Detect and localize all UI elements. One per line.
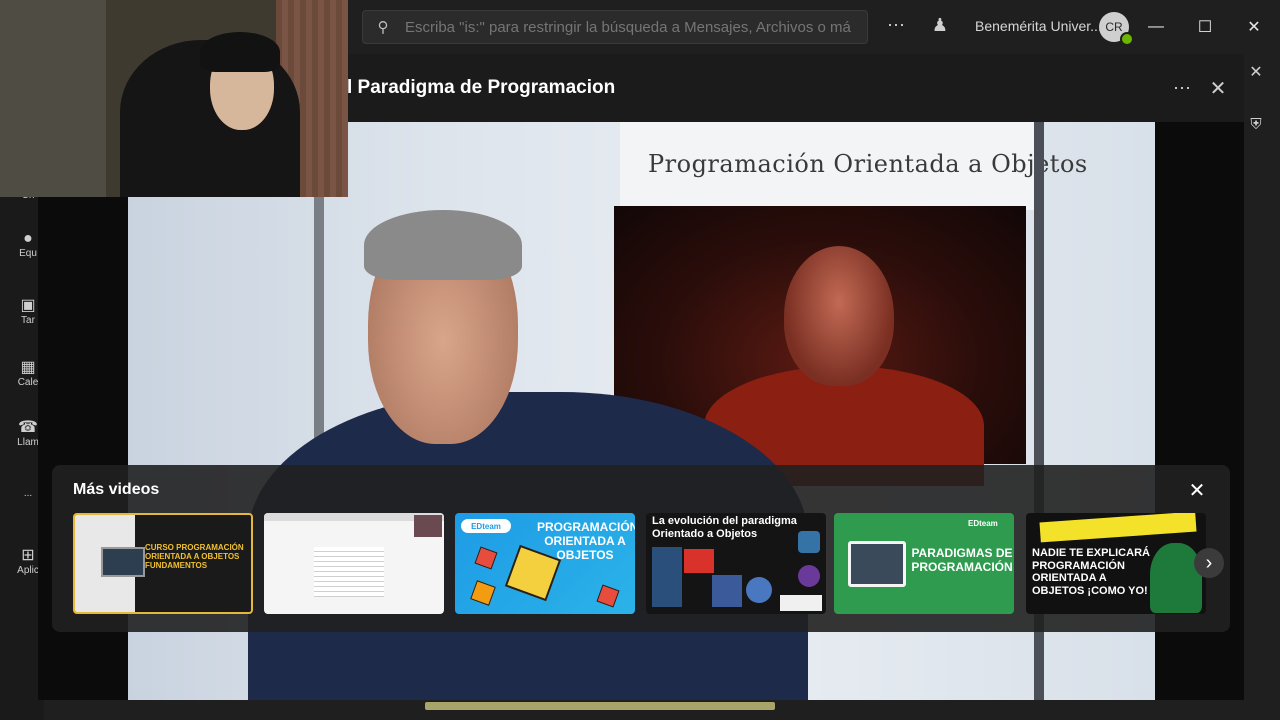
- chevron-right-icon[interactable]: ›: [1194, 548, 1224, 578]
- video-thumbnail-4[interactable]: La evolución del paradigma Orientado a O…: [646, 513, 826, 614]
- search-box[interactable]: ⚲: [362, 10, 868, 44]
- lisp-logo: [684, 549, 714, 573]
- book-icon: [652, 547, 682, 607]
- python-logo: [798, 531, 820, 553]
- edteam-badge: EDteam: [461, 519, 511, 533]
- rail-item-label: Cale: [17, 377, 39, 388]
- video-thumbnail-2[interactable]: [264, 513, 444, 614]
- more-options-icon[interactable]: ⋯: [884, 15, 908, 36]
- thumb-title: La evolución del paradigma Orientado a O…: [652, 515, 797, 540]
- maximize-icon[interactable]: ☐: [1192, 14, 1218, 40]
- thumb-document: [314, 547, 384, 597]
- viewer-more-icon[interactable]: ⋯: [1170, 78, 1194, 99]
- c-logo: [798, 565, 820, 587]
- org-switch-icon[interactable]: ♟: [928, 15, 952, 36]
- monitor-icon: [101, 547, 145, 577]
- thumb-title: NADIE TE EXPLICARÁ PROGRAMACIÓN ORIENTAD…: [1032, 547, 1150, 597]
- video-thumbnail-5[interactable]: EDteam PARADIGMAS DE PROGRAMACIÓN: [834, 513, 1014, 614]
- search-input[interactable]: [403, 18, 867, 36]
- cube-icon: [470, 580, 496, 606]
- simula-logo: [718, 547, 768, 569]
- code-monitor-icon: [848, 541, 906, 587]
- thumb-title: CURSO PROGRAMACIÓN ORIENTADA A OBJETOS F…: [145, 543, 244, 571]
- presenter-hair: [364, 210, 522, 280]
- presence-indicator: [1120, 32, 1134, 46]
- shield-icon[interactable]: ⛨: [1244, 116, 1268, 133]
- whiteboard-text: Programación Orientada a Objetos: [648, 150, 1088, 178]
- video-thumbnail-1[interactable]: CURSO PROGRAMACIÓN ORIENTADA A OBJETOS F…: [73, 513, 253, 614]
- search-icon: ⚲: [377, 19, 389, 36]
- minimize-icon[interactable]: —: [1143, 14, 1169, 40]
- thumb-title: PARADIGMAS DE PROGRAMACIÓN: [911, 546, 1013, 574]
- webcam-background: [0, 0, 106, 197]
- edteam-badge: EDteam: [968, 519, 998, 528]
- rail-item-label: Equ: [19, 248, 37, 259]
- close-pane-icon[interactable]: ✕: [1244, 62, 1268, 82]
- webcam-hair: [200, 32, 280, 72]
- thumb-figure: [1150, 543, 1202, 613]
- more-videos-title: Más videos: [73, 481, 160, 498]
- rail-item-label: Aplic: [17, 565, 39, 576]
- thumb-webcam: [414, 515, 442, 537]
- webcam-overlay[interactable]: [0, 0, 348, 197]
- right-pane: [1244, 54, 1280, 720]
- viewer-close-icon[interactable]: ✕: [1205, 76, 1231, 101]
- thumb-banner: [1039, 513, 1197, 543]
- organization-name[interactable]: Benemérita Univer...: [975, 18, 1102, 34]
- ruby-logo: [780, 595, 822, 611]
- rail-item-label: Tar: [21, 315, 35, 326]
- video-thumbnail-3[interactable]: EDteam PROGRAMACIÓN ORIENTADA A OBJETOS: [455, 513, 635, 614]
- close-icon[interactable]: ✕: [1184, 477, 1210, 503]
- video-progress[interactable]: [425, 702, 775, 710]
- more-videos-panel: Más videos ✕ CURSO PROGRAMACIÓN ORIENTAD…: [52, 465, 1230, 632]
- video-thumbnail-6[interactable]: NADIE TE EXPLICARÁ PROGRAMACIÓN ORIENTAD…: [1026, 513, 1206, 614]
- book-icon: [712, 575, 742, 607]
- cube-icon: [596, 584, 620, 608]
- video-title: l Paradigma de Programacion: [347, 77, 616, 98]
- rail-item-label: Llam: [17, 437, 39, 448]
- close-window-icon[interactable]: ✕: [1241, 14, 1267, 40]
- cube-icon: [474, 546, 498, 570]
- rail-item-label: ...: [23, 488, 33, 499]
- cpp-logo: [746, 577, 772, 603]
- poster-face: [784, 246, 894, 386]
